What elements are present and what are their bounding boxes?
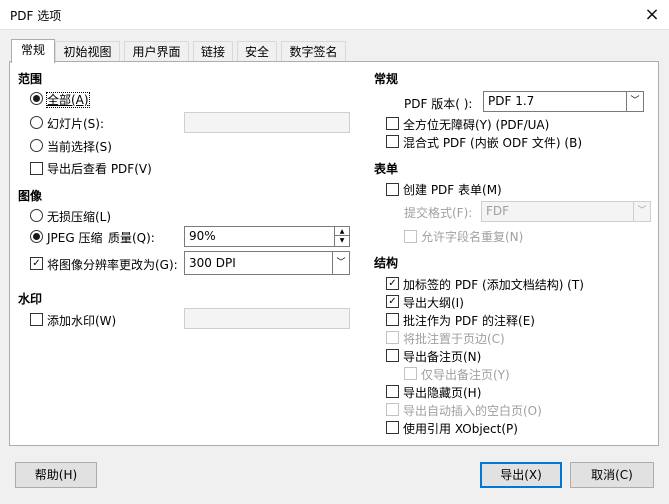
- images-heading: 图像: [18, 189, 43, 203]
- chevron-down-icon[interactable]: ﹀: [633, 202, 650, 221]
- comments-in-margin-label[interactable]: 将批注置于页边(C): [403, 330, 505, 347]
- submit-format-value: FDF: [486, 204, 510, 218]
- range-slides-radio[interactable]: [30, 116, 43, 129]
- range-heading: 范围: [18, 72, 43, 86]
- comments-as-annotations-label[interactable]: 批注作为 PDF 的注释(E): [403, 312, 535, 329]
- help-button[interactable]: 帮助(H): [15, 462, 97, 488]
- reduce-resolution-checkbox[interactable]: ✓: [30, 257, 43, 270]
- jpeg-label[interactable]: JPEG 压缩: [47, 229, 102, 246]
- title-bar: [0, 0, 669, 30]
- export-outline-label[interactable]: 导出大纲(I): [403, 294, 464, 311]
- spin-up-icon[interactable]: ▲: [335, 227, 349, 236]
- range-all-radio[interactable]: [30, 92, 43, 105]
- reduce-resolution-label[interactable]: 将图像分辨率更改为(G):: [47, 256, 178, 273]
- spin-buttons[interactable]: ▲ ▼: [334, 227, 349, 246]
- universal-accessibility-label[interactable]: 全方位无障碍(Y) (PDF/UA): [403, 116, 549, 133]
- reference-xobject-label[interactable]: 使用引用 XObject(P): [403, 420, 518, 437]
- universal-accessibility-checkbox[interactable]: [386, 117, 399, 130]
- export-button[interactable]: 导出(X): [480, 462, 562, 488]
- tab-digital-signatures[interactable]: 数字签名: [281, 41, 346, 63]
- quality-label: 质量(Q):: [108, 231, 155, 245]
- tab-security[interactable]: 安全: [237, 41, 277, 63]
- create-form-checkbox[interactable]: [386, 183, 399, 196]
- quality-value: 90%: [189, 229, 216, 243]
- export-hidden-checkbox[interactable]: [386, 385, 399, 398]
- hybrid-pdf-label[interactable]: 混合式 PDF (内嵌 ODF 文件) (B): [403, 134, 582, 151]
- resolution-dropdown[interactable]: 300 DPI ﹀: [184, 251, 350, 275]
- chevron-down-icon[interactable]: ﹀: [332, 252, 349, 274]
- hybrid-pdf-checkbox[interactable]: [386, 135, 399, 148]
- comments-in-margin-checkbox[interactable]: [386, 331, 399, 344]
- submit-format-dropdown[interactable]: FDF ﹀: [481, 201, 651, 222]
- range-all-label[interactable]: 全部(A): [46, 92, 90, 108]
- structure-heading: 结构: [374, 256, 399, 270]
- blank-pages-checkbox[interactable]: [386, 403, 399, 416]
- radio-selected-dot: [33, 233, 40, 240]
- pdf-version-dropdown[interactable]: PDF 1.7 ﹀: [483, 91, 644, 112]
- jpeg-radio[interactable]: [30, 230, 43, 243]
- slides-input[interactable]: [184, 112, 350, 133]
- range-selection-radio[interactable]: [30, 139, 43, 152]
- add-watermark-checkbox[interactable]: [30, 313, 43, 326]
- tagged-pdf-label[interactable]: 加标签的 PDF (添加文档结构) (T): [403, 276, 584, 293]
- add-watermark-label[interactable]: 添加水印(W): [47, 312, 116, 329]
- radio-selected-dot: [33, 95, 40, 102]
- tab-user-interface[interactable]: 用户界面: [124, 41, 189, 63]
- range-slides-label[interactable]: 幻灯片(S):: [47, 115, 104, 132]
- lossless-radio[interactable]: [30, 209, 43, 222]
- chevron-down-icon[interactable]: ﹀: [626, 92, 643, 111]
- spin-down-icon[interactable]: ▼: [335, 236, 349, 245]
- view-after-export-label[interactable]: 导出后查看 PDF(V): [47, 160, 152, 177]
- close-icon[interactable]: ×: [638, 2, 666, 28]
- quality-spinbox[interactable]: 90% ▲ ▼: [184, 226, 350, 247]
- export-outline-checkbox[interactable]: ✓: [386, 295, 399, 308]
- notes-only-label[interactable]: 仅导出备注页(Y): [421, 366, 510, 383]
- duplicate-field-names-checkbox[interactable]: [404, 230, 417, 243]
- forms-heading: 表单: [374, 162, 399, 176]
- comments-as-annotations-checkbox[interactable]: [386, 313, 399, 326]
- cancel-button[interactable]: 取消(C): [570, 462, 654, 488]
- tab-links[interactable]: 链接: [193, 41, 233, 63]
- blank-pages-label[interactable]: 导出自动插入的空白页(O): [403, 402, 542, 419]
- range-selection-label[interactable]: 当前选择(S): [47, 138, 112, 155]
- watermark-text-input[interactable]: [184, 308, 350, 329]
- export-notes-checkbox[interactable]: [386, 349, 399, 362]
- export-notes-label[interactable]: 导出备注页(N): [403, 348, 481, 365]
- pdf-version-value: PDF 1.7: [488, 94, 535, 108]
- view-after-export-checkbox[interactable]: [30, 162, 43, 175]
- pdf-version-label: PDF 版本( ):: [404, 97, 473, 111]
- lossless-label[interactable]: 无损压缩(L): [47, 208, 111, 225]
- export-hidden-label[interactable]: 导出隐藏页(H): [403, 384, 481, 401]
- reference-xobject-checkbox[interactable]: [386, 421, 399, 434]
- duplicate-field-names-label[interactable]: 允许字段名重复(N): [421, 228, 523, 245]
- notes-only-checkbox[interactable]: [404, 367, 417, 380]
- tab-general[interactable]: 常规: [11, 39, 55, 63]
- tab-initial-view[interactable]: 初始视图: [55, 41, 120, 63]
- tagged-pdf-checkbox[interactable]: ✓: [386, 277, 399, 290]
- watermark-heading: 水印: [18, 292, 43, 306]
- general-heading: 常规: [374, 72, 399, 86]
- create-form-label[interactable]: 创建 PDF 表单(M): [403, 181, 502, 198]
- window-title: PDF 选项: [10, 9, 62, 23]
- submit-format-label: 提交格式(F):: [404, 206, 473, 220]
- resolution-value: 300 DPI: [189, 256, 236, 270]
